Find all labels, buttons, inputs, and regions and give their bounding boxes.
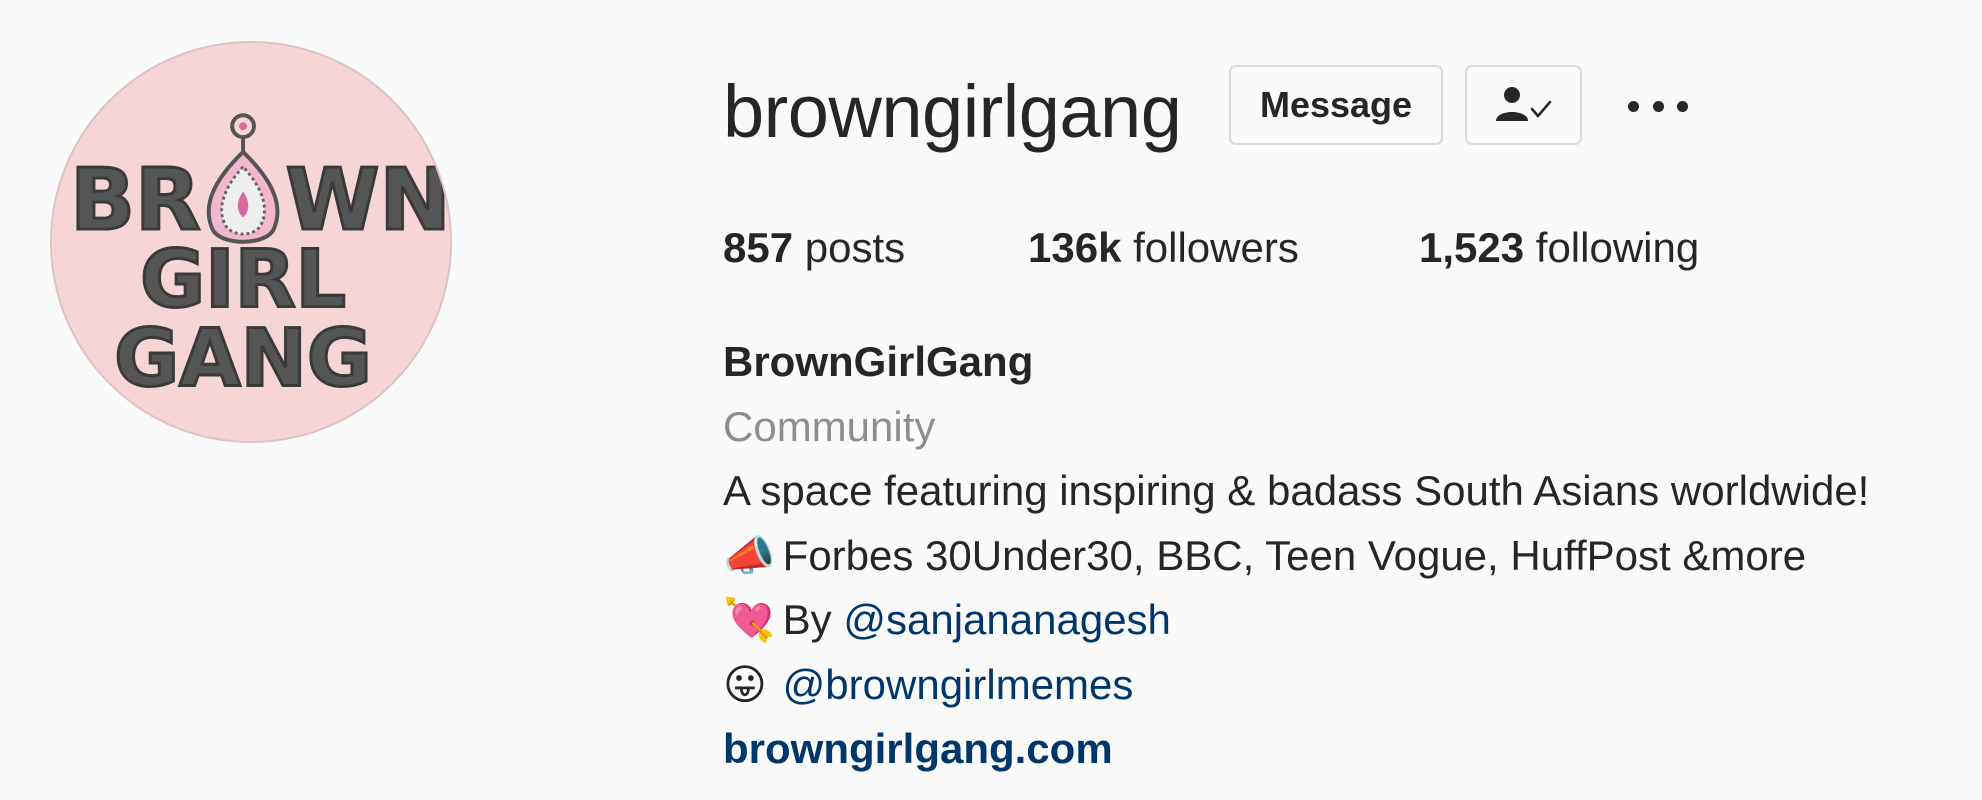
mention-link-sanjananagesh[interactable]: @sanjananagesh — [843, 596, 1171, 643]
bio-line-3: 💘 By @sanjananagesh — [723, 588, 1869, 653]
full-name: BrownGirlGang — [723, 338, 1034, 385]
logo-text-gang: GANG — [114, 312, 372, 405]
following-button[interactable] — [1465, 65, 1582, 145]
person-check-icon — [1495, 87, 1551, 121]
more-options-button[interactable] — [1628, 88, 1688, 124]
bio-line-2-text: Forbes 30Under30, BBC, Teen Vogue, HuffP… — [782, 531, 1807, 579]
bio-line-2: 📣 Forbes 30Under30, BBC, Teen Vogue, Huf… — [723, 524, 1869, 589]
category-label: Community — [723, 402, 936, 450]
bio-line-3-prefix: By — [782, 596, 832, 643]
profile-avatar[interactable]: BR WN GIRL GANG — [50, 41, 452, 443]
more-dot — [1652, 100, 1664, 112]
posts-count: 857 — [723, 224, 794, 271]
megaphone-icon: 📣 — [723, 531, 776, 579]
followers-label: followers — [1133, 224, 1299, 271]
followers-stat[interactable]: 136k followers — [1028, 220, 1299, 276]
more-horizontal-icon — [1628, 100, 1639, 112]
posts-label: posts — [804, 224, 906, 271]
posts-stat: 857 posts — [723, 220, 905, 276]
following-stat[interactable]: 1,523 following — [1419, 220, 1699, 276]
heart-arrow-icon: 💘 — [723, 596, 776, 643]
followers-count: 136k — [1028, 224, 1122, 271]
following-label: following — [1535, 224, 1700, 271]
tongue-face-icon: 😛 — [723, 660, 767, 708]
following-count: 1,523 — [1419, 224, 1525, 271]
website-link[interactable]: browngirlgang.com — [723, 717, 1869, 782]
bio-line-1: A space featuring inspiring & badass Sou… — [723, 467, 1870, 514]
more-dot — [1677, 100, 1688, 112]
profile-username: browngirlgang — [723, 70, 1182, 153]
earring-icon — [206, 113, 280, 244]
mention-link-browngirlmemes[interactable]: @browngirlmemes — [783, 661, 1134, 708]
profile-bio: BrownGirlGang Community A space featurin… — [723, 330, 1869, 782]
bio-line-4: 😛 @browngirlmemes — [723, 653, 1869, 718]
brown-girl-gang-logo: BR WN GIRL GANG — [69, 113, 450, 406]
message-button[interactable]: Message — [1229, 65, 1443, 145]
